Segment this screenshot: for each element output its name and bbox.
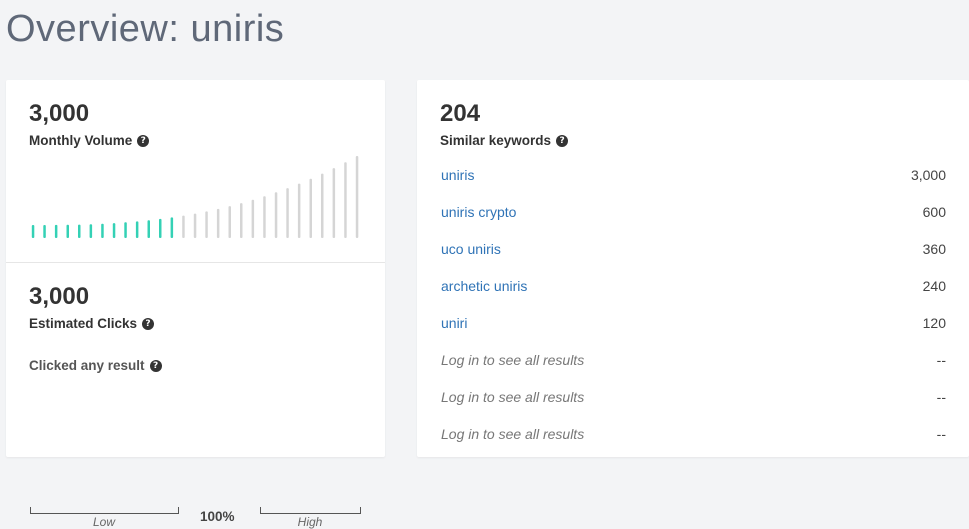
volume-bar-active	[31, 225, 35, 238]
keyword-row: uniri 120	[441, 313, 946, 333]
help-icon[interactable]: ?	[556, 134, 569, 147]
keyword-row: Log in to see all results --	[441, 424, 946, 444]
keyword-row: uco uniris 360	[441, 239, 946, 259]
high-bracket	[260, 507, 361, 514]
volume-bar-future	[286, 188, 289, 238]
keyword-volume: 240	[922, 278, 946, 294]
estimated-clicks-section: 3,000 Estimated Clicks ? Clicked any res…	[6, 263, 385, 529]
volume-bar-future	[240, 203, 243, 238]
volume-bar-future	[182, 215, 185, 238]
keyword-volume: 360	[922, 241, 946, 257]
metrics-card: 3,000 Monthly Volume ? 3,000 Estimated C…	[6, 80, 385, 529]
low-bracket	[30, 507, 179, 514]
similar-keywords-label: Similar keywords ?	[440, 133, 569, 148]
volume-bar-future	[263, 196, 266, 238]
low-label: Low	[92, 515, 115, 529]
keyword-link[interactable]: uniris crypto	[441, 204, 516, 220]
keyword-row: uniris 3,000	[441, 165, 946, 185]
keyword-link[interactable]: archetic uniris	[441, 278, 527, 294]
keyword-row: archetic uniris 240	[441, 276, 946, 296]
keyword-row: uniris crypto 600	[441, 202, 946, 222]
volume-bar-future	[355, 156, 359, 238]
monthly-volume-section: 3,000 Monthly Volume ?	[6, 80, 385, 263]
clicked-any-result-chart	[6, 263, 385, 457]
keyword-link[interactable]: uco uniris	[441, 241, 501, 257]
volume-bar-future	[228, 206, 231, 238]
volume-bar-future	[193, 213, 197, 238]
volume-bar-future	[216, 208, 220, 238]
volume-bar-active	[89, 224, 93, 238]
volume-bar-active	[43, 225, 46, 238]
similar-keywords-card: 204 Similar keywords ? uniris 3,000 uniris…	[417, 80, 969, 457]
keyword-volume: --	[936, 426, 946, 442]
keyword-volume: --	[936, 352, 946, 368]
locked-results-text: Log in to see all results	[441, 389, 585, 405]
volume-bar-future	[274, 192, 278, 238]
locked-results-text: Log in to see all results	[441, 426, 585, 442]
volume-bar-future	[321, 173, 324, 238]
clicked-percent: 100%	[200, 509, 235, 524]
volume-bar-active	[124, 222, 127, 238]
keyword-row: Log in to see all results --	[441, 350, 946, 370]
volume-bar-active	[101, 223, 104, 238]
keyword-link[interactable]: uniri	[441, 315, 467, 331]
monthly-volume-trend-chart	[31, 156, 359, 238]
volume-bar-future	[309, 178, 312, 238]
volume-bar-future	[332, 168, 336, 238]
volume-bar-active	[54, 224, 58, 238]
volume-bar-future	[344, 162, 347, 238]
keyword-link[interactable]: uniris	[441, 167, 474, 183]
keyword-volume: 600	[922, 204, 946, 220]
volume-bar-active	[78, 224, 81, 238]
volume-bar-future	[297, 183, 301, 238]
volume-bar-active	[159, 218, 162, 238]
page-title: Overview: uniris	[6, 8, 285, 50]
locked-results-text: Log in to see all results	[441, 352, 585, 368]
volume-bar-active	[135, 221, 139, 238]
volume-bar-active	[147, 220, 150, 238]
similar-keywords-count: 204	[440, 100, 481, 127]
keyword-volume: 120	[922, 315, 946, 331]
volume-bar-active	[112, 223, 116, 238]
volume-bar-active	[170, 217, 174, 238]
keyword-volume: --	[936, 389, 946, 405]
high-label: High	[297, 515, 323, 529]
volume-bar-future	[205, 211, 208, 238]
keyword-volume: 3,000	[910, 167, 946, 183]
keyword-row: Log in to see all results --	[441, 387, 946, 407]
volume-bar-future	[251, 199, 255, 238]
volume-bar-active	[66, 224, 69, 238]
similar-keywords-label-text: Similar keywords	[440, 133, 552, 148]
